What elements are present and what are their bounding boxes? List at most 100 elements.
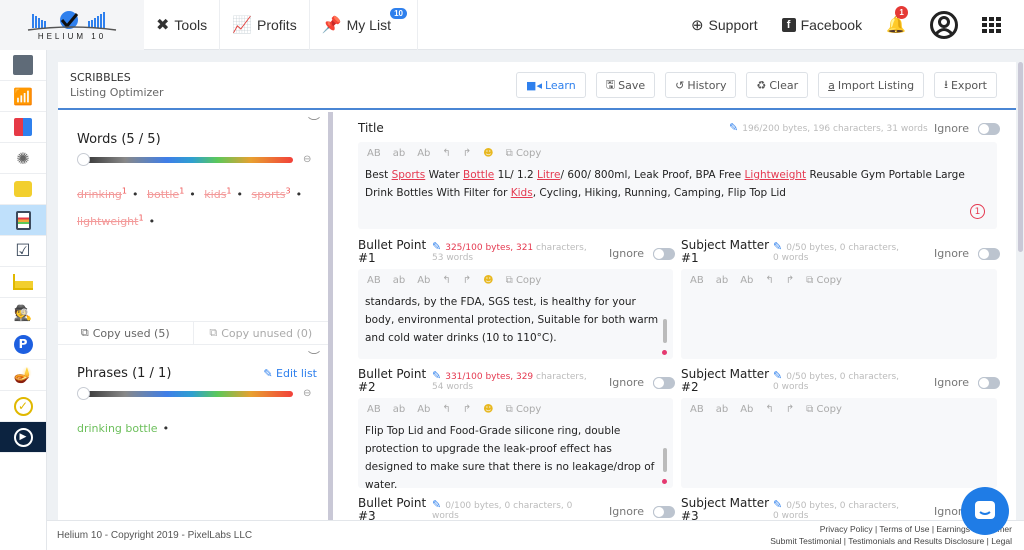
keyword-item[interactable]: bottle1 — [147, 186, 184, 201]
subject1-ignore-toggle[interactable] — [977, 247, 1000, 260]
pencil-icon[interactable]: ✎ — [773, 369, 782, 382]
support-link[interactable]: ⊕ Support — [691, 16, 758, 34]
redo-icon[interactable]: ↱ — [463, 148, 471, 159]
sidebar-item-analytics[interactable]: 📶 — [0, 81, 46, 112]
apps-menu-button[interactable] — [982, 16, 1002, 33]
undo-icon[interactable]: ↰ — [765, 275, 773, 286]
words-slider[interactable]: ⊖ — [77, 153, 317, 166]
subject2-ignore-toggle[interactable] — [977, 376, 1000, 389]
title-input[interactable]: AB ab Ab ↰ ↱ ☻ ⧉ Copy Best Sports Water … — [358, 142, 997, 229]
nav-tools[interactable]: ✖ Tools — [144, 0, 221, 50]
keyword-item[interactable]: lightweight1 — [77, 214, 144, 229]
sidebar-item-tutorial[interactable]: ▶ — [0, 422, 46, 453]
copy-button[interactable]: ⧉ Copy — [506, 275, 542, 286]
slider-knob[interactable] — [77, 153, 90, 166]
copy-button[interactable]: ⧉ Copy — [506, 404, 542, 415]
sidebar-item-keywords[interactable] — [0, 112, 46, 143]
slider-knob[interactable] — [77, 387, 90, 400]
uppercase-button[interactable]: AB — [367, 275, 381, 286]
bullet2-input[interactable]: AB ab Ab ↰ ↱ ☻ ⧉ Copy Flip Top Lid and Food-Gr… — [358, 398, 673, 491]
bullet1-scrollbar[interactable] — [663, 319, 667, 343]
edit-list-link[interactable]: ✎ Edit list — [263, 367, 317, 380]
save-button[interactable]: 🖫 Save — [595, 72, 656, 98]
words-section: Words (5 / 5) ⊖ drinking1 • bottle1 • kids… — [77, 132, 317, 234]
copy-used-button[interactable]: ⧉ Copy used (5) — [58, 322, 193, 344]
account-button[interactable] — [930, 10, 958, 39]
redo-icon[interactable]: ↱ — [463, 275, 471, 286]
sidebar-item-scribbles[interactable] — [0, 205, 46, 236]
pencil-icon[interactable]: ✎ — [432, 369, 441, 382]
keyword-item[interactable]: sports3 — [252, 186, 291, 201]
bullet1-input[interactable]: AB ab Ab ↰ ↱ ☻ ⧉ Copy standards, by the FDA, S… — [358, 269, 673, 359]
facebook-link[interactable]: f Facebook — [781, 17, 862, 33]
footer-links-line2[interactable]: Submit Testimonial | Testimonials and Re… — [770, 535, 1012, 547]
redo-icon[interactable]: ↱ — [786, 275, 794, 286]
bullet1-ignore-toggle[interactable] — [652, 247, 675, 260]
capitalize-button[interactable]: Ab — [417, 275, 430, 286]
undo-icon[interactable]: ↰ — [765, 404, 773, 415]
chat-widget-button[interactable] — [961, 487, 1009, 535]
copy-button[interactable]: ⧉ Copy — [806, 275, 842, 286]
emoji-icon[interactable]: ☻ — [483, 148, 493, 159]
lowercase-button[interactable]: ab — [393, 275, 405, 286]
learn-button[interactable]: ■◂ Learn — [516, 72, 586, 98]
sidebar-item-checklist[interactable]: ☑ — [0, 236, 46, 267]
collapse-words-icon[interactable]: ︶ — [308, 114, 320, 131]
pencil-icon[interactable]: ✎ — [729, 121, 738, 134]
sidebar-item-profits[interactable] — [0, 267, 46, 298]
title-ignore-toggle[interactable] — [977, 122, 1000, 135]
bullet3-ignore-toggle[interactable] — [652, 505, 675, 518]
nav-my-list[interactable]: 📌 My List 10 — [310, 0, 418, 50]
page-scrollbar[interactable] — [1017, 50, 1024, 520]
nav-profits[interactable]: 📈 Profits — [220, 0, 310, 50]
pencil-icon[interactable]: ✎ — [432, 240, 441, 253]
import-listing-button[interactable]: a Import Listing — [818, 72, 925, 98]
undo-icon[interactable]: ↰ — [442, 148, 450, 159]
link-icon[interactable]: ⊖ — [303, 388, 311, 399]
sidebar-item-magnet[interactable]: ✺ — [0, 143, 46, 174]
collapse-phrases-icon[interactable]: ︶ — [308, 348, 320, 365]
bullet2-scrollbar[interactable] — [663, 448, 667, 472]
lowercase-button[interactable]: ab — [393, 148, 405, 159]
pencil-icon[interactable]: ✎ — [773, 240, 782, 253]
export-button[interactable]: ⭳ Export — [934, 72, 997, 98]
history-button[interactable]: ↺ History — [665, 72, 737, 98]
copy-button[interactable]: ⧉ Copy — [506, 148, 542, 159]
helium10-logo[interactable]: HELIUM 10 — [0, 0, 144, 50]
bullet2-ignore-toggle[interactable] — [652, 376, 675, 389]
copy-used-label: Copy used (5) — [92, 326, 170, 340]
phrases-slider[interactable]: ⊖ — [77, 387, 317, 400]
notifications-button[interactable]: 🔔 1 — [886, 5, 909, 35]
subject1-input[interactable]: AB ab Ab ↰ ↱ ⧉ Copy — [681, 269, 997, 359]
logo-text: HELIUM 10 — [37, 32, 107, 41]
sidebar-item-black-box[interactable] — [0, 50, 46, 81]
clear-button[interactable]: ♻ Clear — [746, 72, 809, 98]
issue-count-badge[interactable]: 1 — [970, 204, 985, 219]
ignore-label: Ignore — [934, 122, 969, 135]
pencil-icon[interactable]: ✎ — [773, 498, 782, 511]
copy-button[interactable]: ⧉ Copy — [806, 404, 842, 415]
sidebar-item-portals[interactable]: P — [0, 329, 46, 360]
sidebar-item-alerts[interactable]: 🕵 — [0, 298, 46, 329]
sidebar-item-followup[interactable]: ✓ — [0, 391, 46, 422]
pencil-icon[interactable]: ✎ — [432, 498, 441, 511]
capitalize-button[interactable]: Ab — [417, 148, 430, 159]
emoji-icon[interactable]: ☻ — [483, 404, 493, 415]
redo-icon[interactable]: ↱ — [463, 404, 471, 415]
scrollbar-thumb[interactable] — [1018, 62, 1023, 252]
undo-icon[interactable]: ↰ — [442, 275, 450, 286]
clear-label: Clear — [769, 78, 799, 92]
sidebar-item-genie[interactable]: 🪔 — [0, 360, 46, 391]
keyword-item[interactable]: kids1 — [204, 186, 231, 201]
subject2-meta: ✎ 0/50 bytes, 0 characters, 0 words — [773, 369, 900, 392]
redo-icon[interactable]: ↱ — [786, 404, 794, 415]
copy-unused-button[interactable]: ⧉ Copy unused (0) — [192, 322, 329, 344]
link-icon[interactable]: ⊖ — [303, 154, 311, 165]
uppercase-button[interactable]: AB — [367, 148, 381, 159]
undo-icon[interactable]: ↰ — [442, 404, 450, 415]
subject2-input[interactable]: AB ab Ab ↰ ↱ ⧉ Copy — [681, 398, 997, 488]
sidebar-item-frankenstein[interactable] — [0, 174, 46, 205]
keyword-item[interactable]: drinking1 — [77, 186, 127, 201]
emoji-icon[interactable]: ☻ — [483, 275, 493, 286]
phrase-item[interactable]: drinking bottle — [77, 422, 158, 435]
